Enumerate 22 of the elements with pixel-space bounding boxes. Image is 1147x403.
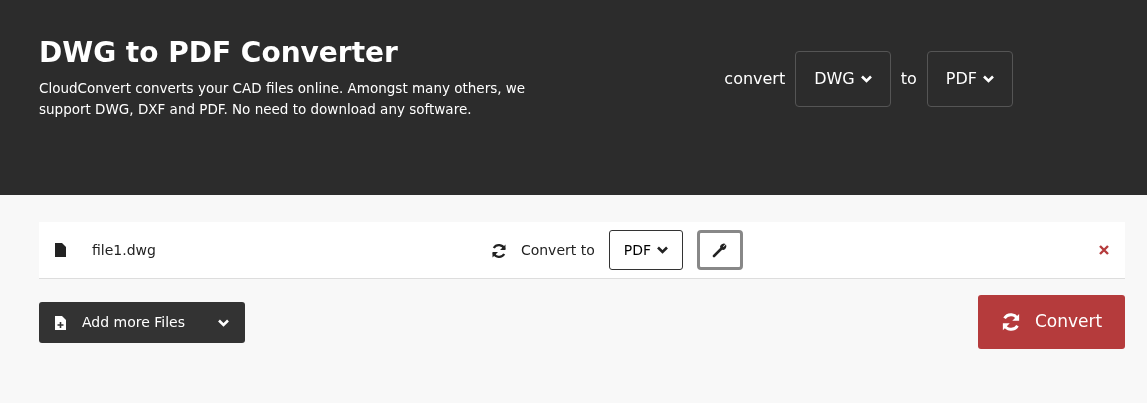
file-name: file1.dwg [92,240,156,260]
refresh-icon [1000,312,1021,332]
target-format-dropdown[interactable]: PDF [608,230,684,270]
file-icon [55,243,66,257]
page-title: DWG to PDF Converter [39,36,398,70]
add-files-button[interactable]: Add more Files [39,302,245,343]
caret-icon [860,75,872,83]
caret-icon [218,319,229,327]
from-format-dropdown[interactable]: DWG [795,51,891,107]
refresh-icon [490,242,507,259]
add-file-icon [55,315,66,330]
to-label: to [900,68,917,90]
caret-icon [983,75,994,83]
close-icon[interactable] [1099,245,1109,255]
to-format-dropdown[interactable]: PDF [926,51,1013,107]
wrench-icon [712,242,729,258]
settings-button[interactable] [697,230,744,270]
convert-to-label: Convert to [520,240,595,260]
convert-label: convert [724,68,786,90]
convert-button[interactable]: Convert [978,295,1125,349]
description: CloudConvert converts your CAD files online. Amongst many others, we support DWG, DXF and PDF. No need to download any software. [39,78,527,120]
caret-icon [657,246,669,254]
